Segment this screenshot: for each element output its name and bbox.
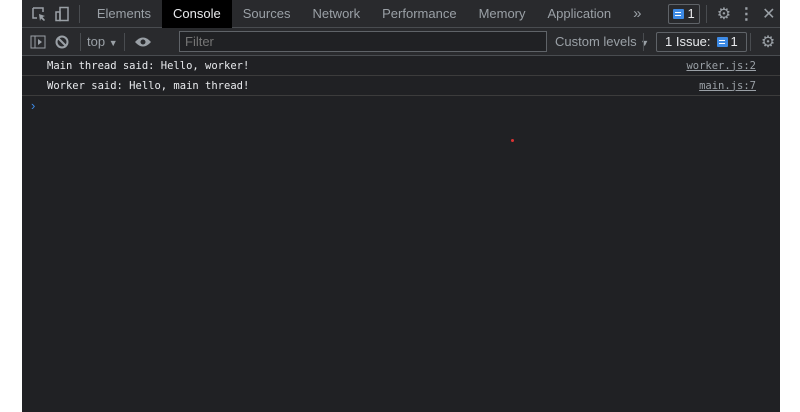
tab-memory[interactable]: Memory [468,0,537,28]
messages-badge[interactable]: 1 [668,3,700,24]
log-levels-dropdown[interactable]: Custom levels ▼ [555,34,649,49]
log-levels-value: Custom levels [555,34,637,49]
message-icon [716,36,728,47]
console-message: Worker said: Hello, main thread! main.js:… [22,76,780,96]
divider [705,4,707,23]
tab-console[interactable]: Console [162,0,232,28]
live-expression-eye-icon[interactable] [131,30,155,54]
source-link[interactable]: main.js:7 [699,80,756,92]
message-text: Worker said: Hello, main thread! [47,79,250,92]
inspect-element-icon[interactable] [28,2,50,26]
console-prompt[interactable]: › [22,96,780,116]
more-options-icon[interactable]: ⋮ [735,2,757,26]
context-value: top [87,34,106,49]
tab-performance[interactable]: Performance [371,0,467,28]
console-toolbar: top ▼ Custom levels ▼ 1 Issue: 1 ⚙ [22,28,780,56]
source-link[interactable]: worker.js:2 [686,60,756,72]
settings-gear-icon[interactable]: ⚙ [713,2,735,26]
divider [78,4,80,23]
divider [123,32,125,51]
tab-sources[interactable]: Sources [232,0,302,28]
main-toolbar: Elements Console Sources Network Perform… [22,0,780,28]
console-message: Main thread said: Hello, worker! worker.j… [22,56,780,76]
close-icon[interactable]: ✕ [758,2,780,26]
divider [80,32,81,51]
console-settings-gear-icon[interactable]: ⚙ [756,30,780,54]
prompt-chevron-icon: › [31,98,36,113]
more-tabs-button[interactable]: » [622,0,652,28]
tab-elements[interactable]: Elements [86,0,162,28]
message-icon [673,8,685,19]
issues-button[interactable]: 1 Issue: 1 [656,31,747,52]
cursor-dot [511,139,514,142]
issues-count: 1 [730,34,738,49]
issues-label: 1 Issue: [665,34,711,49]
clear-console-icon[interactable] [50,30,74,54]
tab-application[interactable]: Application [537,0,623,28]
divider [750,32,751,51]
chevron-down-icon: ▼ [640,38,650,48]
console-messages: Main thread said: Hello, worker! worker.j… [22,56,780,116]
messages-count: 1 [687,6,695,21]
device-toolbar-icon[interactable] [50,2,72,26]
chevron-down-icon: ▼ [108,38,118,48]
sidebar-toggle-icon[interactable] [26,30,50,54]
message-text: Main thread said: Hello, worker! [47,59,250,72]
context-selector[interactable]: top ▼ [87,34,118,49]
filter-input[interactable] [179,31,547,52]
devtools-window: Elements Console Sources Network Perform… [22,0,780,412]
tab-network[interactable]: Network [301,0,371,28]
divider [643,32,644,51]
